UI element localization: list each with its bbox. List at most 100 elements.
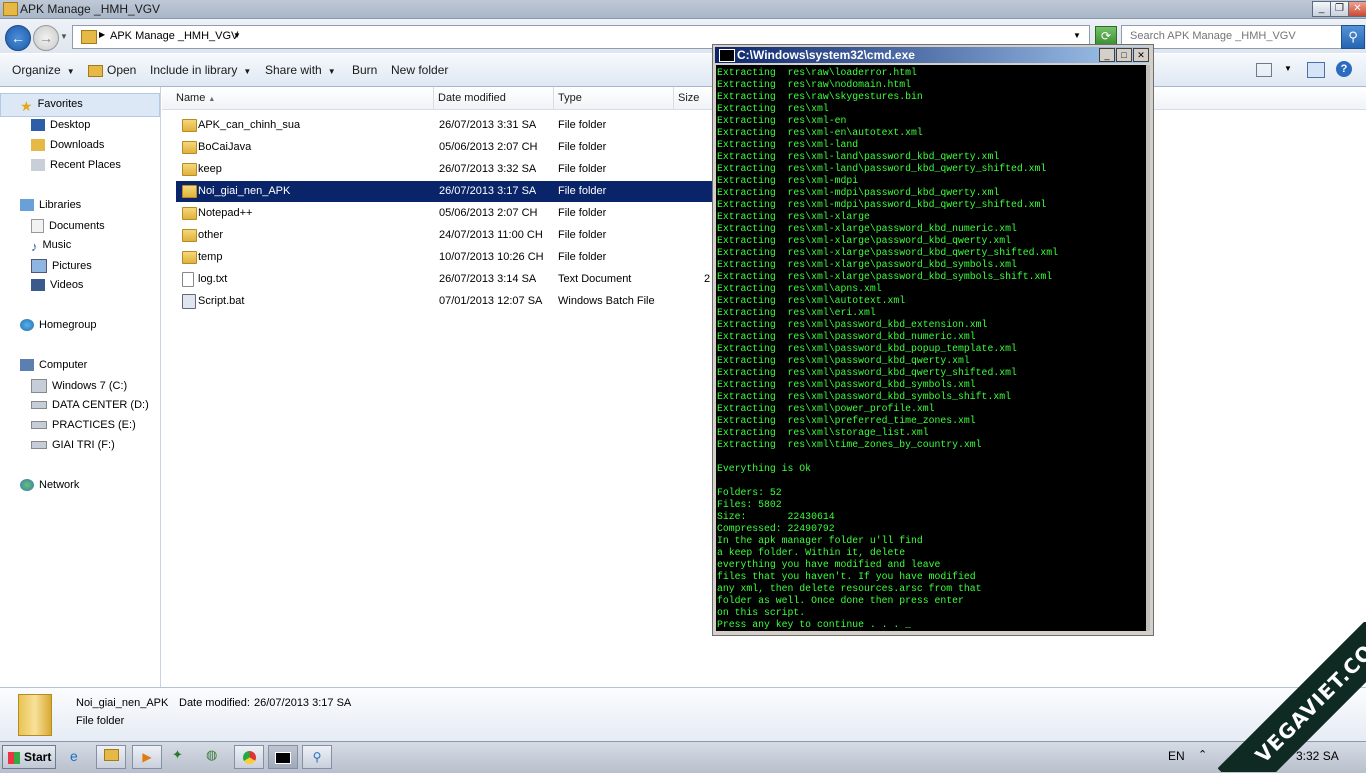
file-type: File folder xyxy=(558,251,607,263)
forward-button[interactable]: → xyxy=(33,25,59,51)
breadcrumb[interactable]: APK Manage _HMH_VGV xyxy=(110,30,238,42)
table-row[interactable]: BoCaiJava 05/06/2013 2:07 CH File folder xyxy=(176,137,712,158)
file-type: Windows Batch File xyxy=(558,295,655,307)
table-row-selected[interactable]: Noi_giai_nen_APK 26/07/2013 3:17 SA File… xyxy=(176,181,712,202)
file-type: Text Document xyxy=(558,273,632,285)
nav-network-label: Network xyxy=(39,479,80,491)
breadcrumb-arrow-icon[interactable]: ▶ xyxy=(99,30,105,39)
cmd-console[interactable]: Extracting res\raw\loaderror.html Extrac… xyxy=(716,65,1146,631)
internet-explorer-icon[interactable]: e xyxy=(70,748,78,764)
table-row[interactable]: log.txt 26/07/2013 3:14 SA Text Document… xyxy=(176,269,712,290)
show-hidden-icons-icon[interactable]: ⌃ xyxy=(1198,748,1207,761)
file-name: other xyxy=(198,229,224,241)
nav-drive-e[interactable]: PRACTICES (E:) xyxy=(31,419,136,431)
column-divider[interactable] xyxy=(553,87,554,109)
nav-computer-label: Computer xyxy=(39,359,88,371)
app-icon[interactable]: ✦ xyxy=(172,747,183,763)
address-history-dropdown-icon[interactable]: ▼ xyxy=(1073,31,1081,40)
column-name[interactable]: Name ▲ xyxy=(176,92,215,104)
nav-downloads[interactable]: Downloads xyxy=(31,139,105,152)
column-size[interactable]: Size xyxy=(678,92,699,104)
minimize-button[interactable]: _ xyxy=(1312,1,1331,17)
chrome-taskbar-button[interactable] xyxy=(234,745,264,769)
folder-icon xyxy=(182,207,197,220)
nav-videos[interactable]: Videos xyxy=(31,279,83,292)
cmd-title-bar[interactable]: C:\Windows\system32\cmd.exe _ □ ✕ xyxy=(715,47,1149,63)
new-folder-button[interactable]: New folder xyxy=(391,63,448,77)
search-box[interactable] xyxy=(1121,25,1343,49)
nav-drive-d[interactable]: DATA CENTER (D:) xyxy=(31,399,149,411)
explorer-taskbar-button[interactable] xyxy=(96,745,126,769)
nav-music[interactable]: ♪ Music xyxy=(31,239,71,254)
file-size: 2 xyxy=(704,273,711,285)
maximize-button[interactable]: ❐ xyxy=(1330,1,1349,17)
column-type[interactable]: Type xyxy=(558,92,582,104)
nav-drive-f[interactable]: GIAI TRI (F:) xyxy=(31,439,115,451)
drive-icon xyxy=(31,421,47,430)
chevron-down-icon: ▼ xyxy=(327,67,336,76)
column-divider[interactable] xyxy=(433,87,434,109)
media-player-taskbar-button[interactable]: ▶ xyxy=(132,745,162,769)
open-button[interactable]: Open xyxy=(88,63,136,77)
nav-drive-c[interactable]: Windows 7 (C:) xyxy=(31,379,127,393)
cmd-icon xyxy=(719,49,735,62)
column-date[interactable]: Date modified xyxy=(438,92,506,104)
preview-pane-icon[interactable] xyxy=(1307,62,1325,78)
cmd-maximize-button[interactable]: □ xyxy=(1116,48,1132,62)
share-with-button[interactable]: Share with ▼ xyxy=(265,63,336,77)
table-row[interactable]: temp 10/07/2013 10:26 CH File folder xyxy=(176,247,712,268)
table-row[interactable]: APK_can_chinh_sua 26/07/2013 3:31 SA Fil… xyxy=(176,115,712,136)
organize-button[interactable]: Organize ▼ xyxy=(12,63,75,77)
file-type: File folder xyxy=(558,119,607,131)
table-row[interactable]: keep 26/07/2013 3:32 SA File folder xyxy=(176,159,712,180)
column-divider[interactable] xyxy=(673,87,674,109)
file-date: 07/01/2013 12:07 SA xyxy=(439,295,543,307)
table-row[interactable]: Notepad++ 05/06/2013 2:07 CH File folder xyxy=(176,203,712,224)
back-button[interactable]: ← xyxy=(5,25,31,51)
nav-desktop[interactable]: Desktop xyxy=(31,119,90,132)
nav-homegroup[interactable]: Homegroup xyxy=(20,319,96,332)
file-date: 26/07/2013 3:17 SA xyxy=(439,185,537,197)
search-input[interactable] xyxy=(1128,29,1332,43)
tool-taskbar-button[interactable]: ⚲ xyxy=(302,745,332,769)
nav-computer[interactable]: Computer xyxy=(20,359,88,372)
cmd-window[interactable]: C:\Windows\system32\cmd.exe _ □ ✕ Extrac… xyxy=(712,44,1154,636)
globe-icon[interactable]: ◍ xyxy=(206,747,217,763)
chevron-down-icon[interactable]: ▼ xyxy=(233,31,241,40)
nav-network[interactable]: Network xyxy=(20,479,80,492)
refresh-button[interactable]: ⟳ xyxy=(1095,26,1117,46)
windows-logo-icon xyxy=(8,751,20,764)
table-row[interactable]: Script.bat 07/01/2013 12:07 SA Windows B… xyxy=(176,291,712,312)
explorer-title-bar[interactable]: APK Manage _HMH_VGV _ ❐ ✕ xyxy=(0,0,1366,19)
help-icon[interactable]: ? xyxy=(1336,61,1352,77)
nav-libraries[interactable]: Libraries xyxy=(20,199,81,212)
nav-recent-places[interactable]: Recent Places xyxy=(31,159,121,172)
close-button[interactable]: ✕ xyxy=(1348,1,1366,17)
include-in-library-button[interactable]: Include in library ▼ xyxy=(150,63,251,77)
search-icon[interactable]: ⚲ xyxy=(1341,25,1365,49)
chevron-down-icon: ▼ xyxy=(66,67,75,76)
nav-favorites[interactable]: ★ Favorites xyxy=(20,98,83,114)
burn-button[interactable]: Burn xyxy=(352,63,377,77)
folder-icon xyxy=(182,185,197,198)
folder-icon xyxy=(103,749,119,761)
view-options-icon[interactable] xyxy=(1256,63,1272,77)
cmd-taskbar-button[interactable] xyxy=(268,745,298,769)
nav-documents-label: Documents xyxy=(49,219,105,232)
recent-pages-dropdown-icon[interactable]: ▼ xyxy=(60,32,68,41)
cmd-scrollbar[interactable] xyxy=(1146,65,1150,631)
chevron-down-icon[interactable]: ▼ xyxy=(1284,64,1292,73)
start-button[interactable]: Start xyxy=(2,745,56,769)
cmd-close-button[interactable]: ✕ xyxy=(1133,48,1149,62)
file-date: 26/07/2013 3:31 SA xyxy=(439,119,537,131)
file-name: Notepad++ xyxy=(198,207,253,219)
nav-pictures[interactable]: Pictures xyxy=(31,259,92,273)
language-indicator[interactable]: EN xyxy=(1168,749,1185,763)
folder-icon xyxy=(182,251,197,264)
table-row[interactable]: other 24/07/2013 11:00 CH File folder xyxy=(176,225,712,246)
file-name: Noi_giai_nen_APK xyxy=(198,185,291,197)
nav-documents[interactable]: Documents xyxy=(31,219,105,233)
folder-icon xyxy=(182,119,197,132)
nav-downloads-label: Downloads xyxy=(50,139,105,151)
cmd-minimize-button[interactable]: _ xyxy=(1099,48,1115,62)
